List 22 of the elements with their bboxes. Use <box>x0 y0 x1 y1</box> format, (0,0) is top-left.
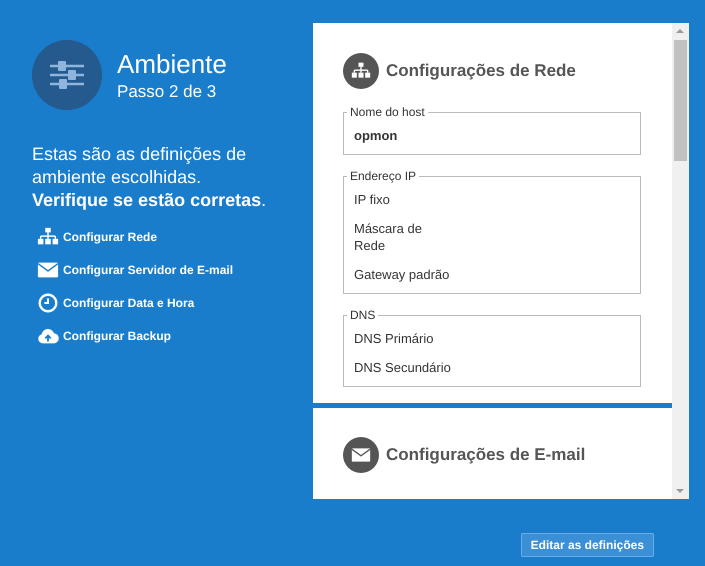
field-value: opmon <box>354 127 398 144</box>
config-link[interactable]: Configurar Rede <box>63 226 158 248</box>
config-link[interactable]: Configurar Backup <box>63 325 172 347</box>
config-link[interactable]: Configurar Servidor de E-mail <box>63 259 234 281</box>
section-title: Configurações de E-mail <box>386 445 586 465</box>
field-label: DNS Secundário <box>354 359 452 376</box>
config-link[interactable]: Configurar Data e Hora <box>63 292 194 314</box>
clock-icon <box>37 292 59 314</box>
field-label: Máscara de Rede <box>354 220 423 254</box>
group-legend: DNS <box>347 308 378 322</box>
field-label: Gateway padrão <box>354 266 450 283</box>
section-title: Configurações de Rede <box>386 61 576 81</box>
intro-text: Estas são as definições de ambiente escolhidas. Verifique se estão corretas. <box>32 143 268 212</box>
step-title: Ambiente <box>117 48 227 78</box>
group-legend: Endereço IP <box>347 169 420 183</box>
field-label: DNS Primário <box>354 330 434 347</box>
group-legend: Nome do host <box>347 105 428 119</box>
scrollbar[interactable] <box>672 23 689 499</box>
sliders-icon <box>32 40 102 110</box>
field-label: IP fixo <box>354 191 391 208</box>
step-counter: Passo 2 de 3 <box>117 82 218 102</box>
edit-settings-button[interactable]: Editar as definições <box>520 533 654 557</box>
